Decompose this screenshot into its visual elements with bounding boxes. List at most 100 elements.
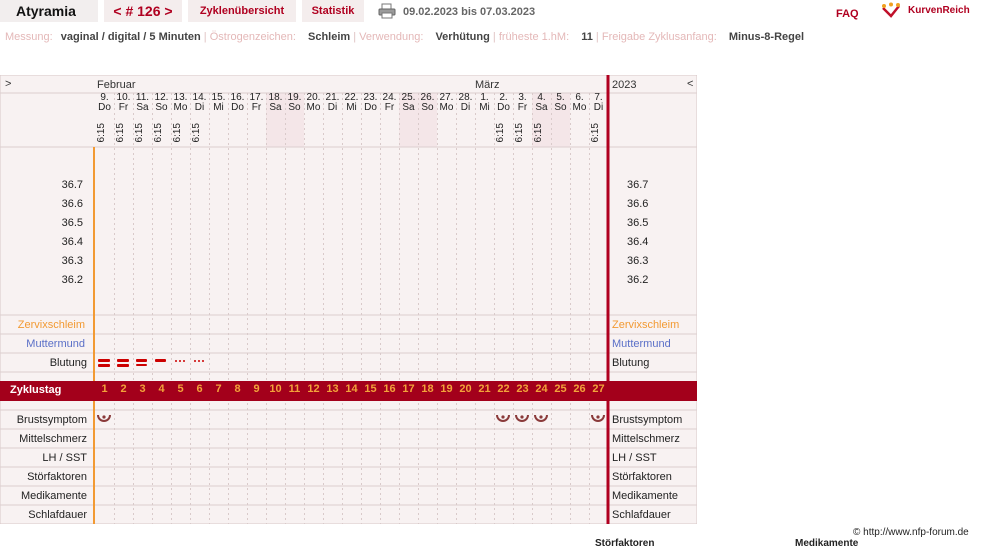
day-column-header[interactable]: 27. Mo [437,93,456,147]
meta-separator: | [595,31,599,43]
nav-next-button[interactable]: < [687,78,693,90]
day-column-header[interactable]: 7. Di 6:15 [589,93,608,147]
row-label-mittelschmerz-right: Mittelschmerz [612,433,680,445]
day-column-header[interactable]: 18. Sa [266,93,285,147]
cycle-day-number: 14 [345,383,358,395]
cycle-chart: > Februar März 2023 < 36.7 36.6 36.5 36.… [0,75,697,524]
day-column-header[interactable]: 4. Sa 6:15 [532,93,551,147]
faq-link[interactable]: FAQ [836,8,859,20]
cycle-day-number: 16 [383,383,396,395]
day-weekday: Sa [136,102,149,113]
day-column-header[interactable]: 26. So [418,93,437,147]
cycle-day-number: 19 [440,383,453,395]
kurvenreich-logo-icon[interactable] [881,2,901,18]
cycle-day-number: 27 [592,383,605,395]
measure-time: 6:15 [191,123,202,143]
cycle-day-number: 24 [535,383,548,395]
nav-cycle-overview[interactable]: Zyklenübersicht [188,0,296,22]
day-column-header[interactable]: 14. Di 6:15 [190,93,209,147]
day-column-header[interactable]: 9. Do 6:15 [95,93,114,147]
day-column-header[interactable]: 2. Do 6:15 [494,93,513,147]
brand-name[interactable]: KurvenReich [908,5,970,16]
day-weekday: Do [98,102,111,113]
day-column-header[interactable]: 24. Fr [380,93,399,147]
breast-symptom-icon [591,412,605,427]
bleeding-mark [98,364,110,367]
day-weekday: Do [231,102,244,113]
day-weekday: Fr [517,102,528,113]
day-column-header[interactable]: 3. Fr 6:15 [513,93,532,147]
printer-icon[interactable] [378,3,396,19]
day-column-header[interactable]: 13. Mo 6:15 [171,93,190,147]
day-column-header[interactable]: 5. So [551,93,570,147]
day-column-header[interactable]: 15. Mi [209,93,228,147]
day-column-header[interactable]: 16. Do [228,93,247,147]
bleeding-mark [155,359,166,362]
day-weekday: Fr [118,102,129,113]
bleeding-mark [136,359,147,362]
bleeding-mark [136,364,147,366]
temp-tick-right: 36.5 [627,217,649,229]
day-column-header[interactable]: 23. Do [361,93,380,147]
bleeding-mark [202,360,204,362]
nav-statistics[interactable]: Statistik [302,0,364,22]
meta-value: vaginal / digital / 5 Minuten [60,31,201,43]
cycle-day-number: 12 [307,383,320,395]
cycle-day-number: 22 [497,383,510,395]
bleeding-mark [183,360,185,362]
row-label-blutung: Blutung [49,357,87,369]
cycle-day-number: 21 [478,383,491,395]
meta-separator: | [492,31,496,43]
day-column-header[interactable]: 10. Fr 6:15 [114,93,133,147]
bleeding-mark [198,360,200,362]
day-column-header[interactable]: 20. Mo [304,93,323,147]
cycle-day-number: 2 [120,383,127,395]
meta-label: Messung: [5,31,53,43]
day-weekday: Di [460,102,471,113]
cycle-day-number: 18 [421,383,434,395]
meta-label: Östrogenzeichen: [209,31,296,43]
breast-symptom-icon [496,412,510,427]
bleeding-mark [117,359,129,362]
day-column-header[interactable]: 28. Di [456,93,475,147]
cycle-number-nav[interactable]: < # 126 > [104,0,182,22]
measure-time: 6:15 [172,123,183,143]
day-weekday: Mi [346,102,357,113]
temp-tick-left: 36.5 [61,217,83,229]
row-label-medikamente: Medikamente [20,490,87,502]
measure-time: 6:15 [590,123,601,143]
day-column-header[interactable]: 17. Fr [247,93,266,147]
day-column-header[interactable]: 25. Sa [399,93,418,147]
nav-prev-button[interactable]: > [5,78,11,90]
year-label: 2023 [612,79,637,91]
day-column-header[interactable]: 21. Di [323,93,342,147]
measure-time: 6:15 [96,123,107,143]
row-label-medikamente-right: Medikamente [612,490,679,502]
day-column-header[interactable]: 6. Mo [570,93,589,147]
day-weekday: Sa [535,102,548,113]
cycle-day-number: 11 [288,383,301,395]
cycle-day-number: 26 [573,383,586,395]
cycle-day-number: 20 [459,383,472,395]
meta-label: früheste 1.hM: [498,31,570,43]
day-column-header[interactable]: 12. So 6:15 [152,93,171,147]
meta-label: Freigabe Zyklusanfang: [601,31,717,43]
day-column-header[interactable]: 22. Mi [342,93,361,147]
day-weekday: Di [194,102,205,113]
meta-value: Verhütung [435,31,490,43]
day-weekday: Mo [439,102,454,113]
meta-separator: | [353,31,357,43]
day-column-header[interactable]: 11. Sa 6:15 [133,93,152,147]
temp-tick-left: 36.3 [61,255,83,267]
temp-tick-left: 36.6 [61,198,83,210]
day-column-header[interactable]: 19. So [285,93,304,147]
cycle-day-number: 5 [177,383,184,395]
row-label-stoerfaktoren-right: Störfaktoren [612,471,672,483]
day-column-header[interactable]: 1. Mi [475,93,494,147]
day-weekday: Mo [173,102,188,113]
bleeding-mark [179,360,181,362]
temp-tick-left: 36.7 [61,179,83,191]
meta-line: Messung: vaginal / digital / 5 Minuten |… [5,31,804,43]
breast-symptom-icon [515,412,529,427]
row-label-brustsymptom-right: Brustsymptom [612,414,683,426]
